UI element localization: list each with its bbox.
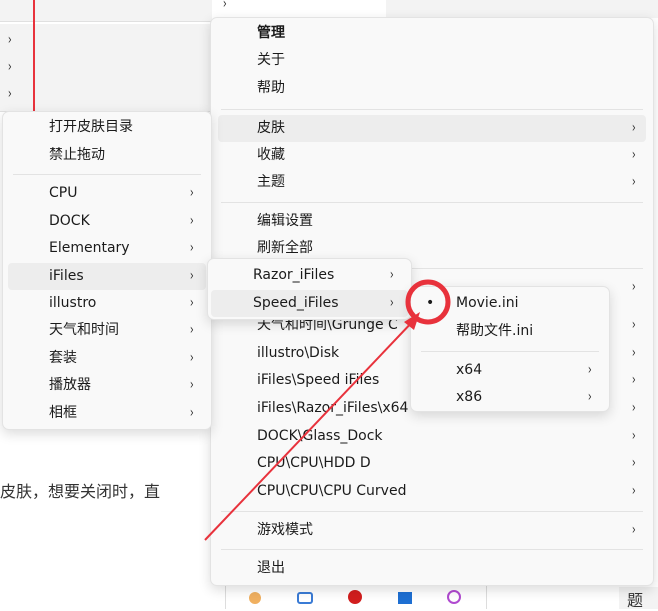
red-annotation	[204, 279, 451, 541]
red-arrow-annotation	[204, 317, 417, 541]
